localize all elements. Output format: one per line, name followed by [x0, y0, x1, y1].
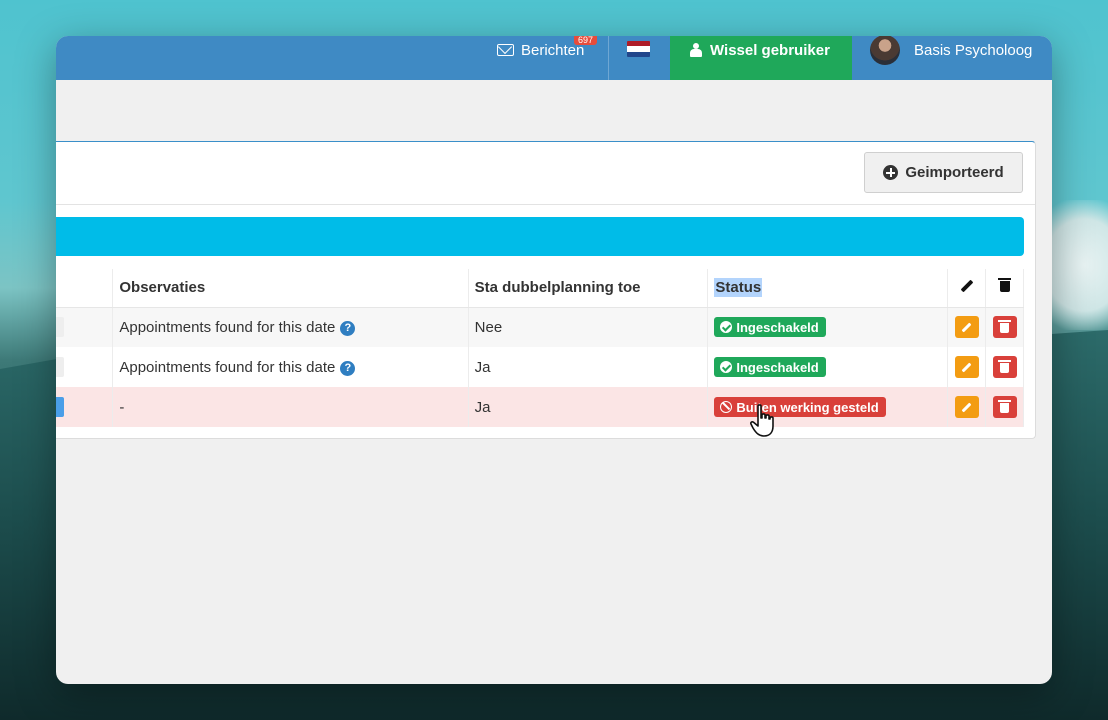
pencil-icon [961, 322, 972, 333]
pencil-icon [960, 279, 973, 293]
card-header: Geimporteerd [56, 142, 1035, 205]
ban-icon [720, 401, 733, 413]
imported-button-label: Geimporteerd [905, 164, 1004, 181]
column-header-edit [947, 269, 986, 308]
trash-icon [998, 360, 1011, 373]
observation-cell: - [112, 387, 469, 427]
check-circle-icon [720, 321, 733, 334]
schedule-table: d Observaties Sta dubbelplanning toe Sta… [56, 269, 1024, 427]
user-secret-icon [690, 43, 702, 57]
check-circle-icon [720, 361, 733, 373]
trash-icon [998, 400, 1011, 413]
status-cell: Ingeschakeld [707, 307, 949, 347]
table-header-row: d Observaties Sta dubbelplanning toe Sta… [56, 269, 1024, 308]
question-circle-icon[interactable]: ? [340, 320, 356, 336]
user-menu[interactable]: Basis Psycholoog [870, 36, 1052, 80]
row-stub-cell: d [56, 307, 114, 347]
status-badge-label: Ingeschakeld [736, 319, 819, 335]
status-badge[interactable]: Ingeschakeld [714, 357, 826, 377]
table-row: d - Ja Buiten werking gesteld [56, 387, 1024, 427]
edit-cell [947, 347, 986, 387]
edit-button[interactable] [954, 316, 979, 339]
status-badge-label: Ingeschakeld [736, 359, 819, 375]
edit-button[interactable] [954, 396, 979, 418]
switch-user-button[interactable]: Wissel gebruiker [670, 36, 852, 80]
column-header-stub[interactable]: d [56, 269, 114, 308]
observation-text: Appointments found for this date [119, 358, 336, 376]
status-badge[interactable]: Ingeschakeld [714, 317, 826, 338]
table-row: d Appointments found for this date? Ja I… [56, 347, 1024, 387]
delete-cell [985, 307, 1024, 347]
status-cell: Buiten werking gesteld [707, 387, 949, 427]
imported-button[interactable]: Geimporteerd [864, 152, 1023, 193]
observation-text: Appointments found for this date [119, 318, 336, 336]
plus-circle-icon [883, 165, 899, 180]
double-booking-cell: Ja [468, 387, 709, 427]
avatar [870, 36, 900, 65]
column-header-double-booking[interactable]: Sta dubbelplanning toe [468, 269, 709, 308]
row-stub-cell: d [56, 347, 114, 387]
column-header-status-label: Status [714, 278, 763, 298]
column-header-observations[interactable]: Observaties [112, 269, 469, 308]
app-window: Berichten 697 Wissel gebruiker Basis Psy… [56, 36, 1052, 684]
edit-cell [947, 387, 986, 427]
messages-count-badge: 697 [574, 36, 598, 45]
column-header-status[interactable]: Status [707, 269, 949, 308]
pencil-icon [961, 362, 972, 372]
column-header-delete [985, 269, 1024, 308]
delete-button[interactable] [992, 316, 1017, 339]
delete-cell [985, 387, 1024, 427]
info-bar [56, 217, 1024, 256]
top-navbar: Berichten 697 Wissel gebruiker Basis Psy… [56, 36, 1052, 80]
table-row: d Appointments found for this date? Nee … [56, 307, 1024, 347]
hand-cursor-icon [750, 404, 774, 437]
row-stub-cell: d [56, 387, 114, 427]
pencil-icon [961, 402, 972, 412]
double-booking-cell: Ja [468, 347, 709, 387]
status-badge[interactable]: Buiten werking gesteld [714, 397, 886, 417]
delete-cell [985, 347, 1024, 387]
switch-user-label: Wissel gebruiker [710, 41, 830, 59]
envelope-icon [497, 44, 514, 56]
delete-button[interactable] [992, 396, 1017, 418]
observation-cell: Appointments found for this date? [112, 347, 469, 387]
double-booking-cell: Nee [468, 307, 709, 347]
edit-button[interactable] [954, 356, 979, 378]
question-circle-icon[interactable]: ? [340, 360, 356, 376]
trash-icon [997, 278, 1011, 293]
delete-button[interactable] [992, 356, 1017, 378]
status-cell: Ingeschakeld [707, 347, 949, 387]
dutch-flag-icon[interactable] [627, 41, 650, 57]
row-stub-tag: d [56, 357, 65, 377]
row-stub-tag: d [56, 317, 65, 338]
observation-cell: Appointments found for this date? [112, 307, 469, 347]
user-name: Basis Psycholoog [914, 41, 1033, 59]
content-card: Geimporteerd d Observaties Sta dubbelpla… [56, 141, 1036, 439]
navbar-divider [608, 36, 609, 80]
edit-cell [947, 307, 986, 347]
row-stub-tag: d [56, 397, 65, 417]
trash-icon [998, 320, 1011, 334]
